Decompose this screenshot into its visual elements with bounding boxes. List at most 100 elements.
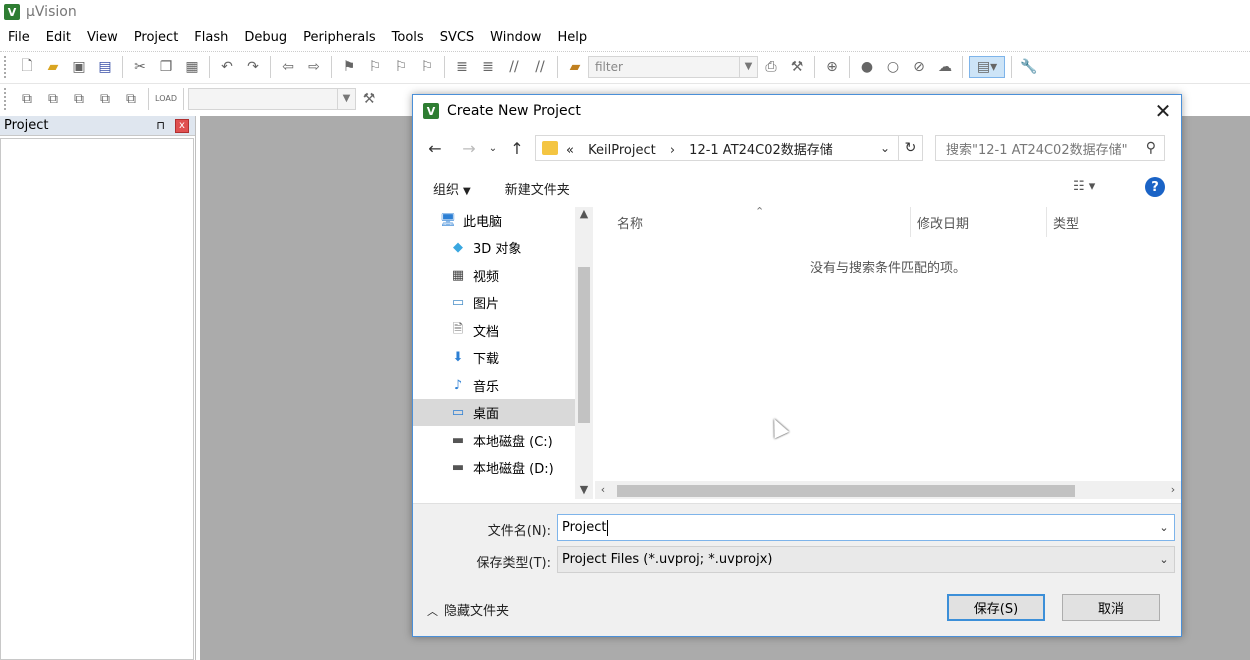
project-tree[interactable] [0, 138, 194, 660]
filetype-select[interactable]: Project Files (*.uvproj; *.uvprojx) ⌄ [557, 546, 1175, 573]
menu-help[interactable]: Help [549, 30, 595, 45]
batch-build-icon[interactable]: ⧉ [94, 88, 116, 110]
indent-icon[interactable]: ≣ [451, 56, 473, 78]
file-list-scrollbar[interactable]: ‹ › [595, 481, 1181, 499]
configure-icon[interactable]: 🔧 [1018, 56, 1040, 78]
rebuild-icon[interactable]: ⧉ [68, 88, 90, 110]
menu-peripherals[interactable]: Peripherals [295, 30, 384, 45]
menu-svcs[interactable]: SVCS [432, 30, 482, 45]
bookmark-next-icon[interactable]: ⚐ [390, 56, 412, 78]
nav-item-drive-c[interactable]: ▬ 本地磁盘 (C:) [413, 427, 575, 454]
pin-icon[interactable]: ⊓ [156, 119, 165, 132]
uncomment-icon[interactable]: // [529, 56, 551, 78]
breadcrumb-item[interactable]: KeilProject [588, 143, 656, 158]
menu-window[interactable]: Window [482, 30, 549, 45]
breakpoint-kill-icon[interactable]: ⊘ [908, 56, 930, 78]
breadcrumb-item[interactable]: 12-1 AT24C02数据存储 [689, 143, 833, 158]
find-combo[interactable]: filter ▼ [588, 55, 758, 78]
new-folder-button[interactable]: 新建文件夹 [505, 179, 570, 198]
forward-arrow-icon[interactable]: → [457, 136, 481, 160]
breakpoint-all-icon[interactable]: ☁ [934, 56, 956, 78]
undo-icon[interactable]: ↶ [216, 56, 238, 78]
breakpoint-disable-icon[interactable]: ○ [882, 56, 904, 78]
comment-icon[interactable]: // [503, 56, 525, 78]
window-layout-icon[interactable]: ▤▾ [969, 55, 1005, 78]
search-icon[interactable]: ⚲ [1146, 140, 1156, 156]
translate-icon[interactable]: ⧉ [16, 88, 38, 110]
copy-icon[interactable]: ❐ [155, 56, 177, 78]
save-button[interactable]: 保存(S) [947, 594, 1045, 621]
filename-input[interactable]: Project ⌄ [557, 514, 1175, 541]
up-arrow-icon[interactable]: ↑ [505, 136, 529, 160]
bookmark-icon[interactable]: ⚑ [338, 56, 360, 78]
toolbar-grip[interactable] [4, 55, 8, 78]
nav-item-pictures[interactable]: ▭ 图片 [413, 289, 575, 316]
breadcrumb-overflow[interactable]: « [566, 143, 574, 158]
breakpoint-icon[interactable]: ● [856, 56, 878, 78]
nav-pane-scrollbar[interactable]: ▲ ▼ [575, 207, 593, 499]
address-bar[interactable]: « KeilProject › 12-1 AT24C02数据存储 ⌄ ↻ [535, 135, 923, 161]
menu-project[interactable]: Project [126, 30, 186, 45]
menu-edit[interactable]: Edit [38, 30, 79, 45]
chevron-down-icon[interactable]: ▼ [337, 88, 355, 109]
save-icon[interactable]: ▣ [68, 56, 90, 78]
scroll-left-icon[interactable]: ‹ [595, 481, 611, 499]
scrollbar-thumb[interactable] [617, 485, 1075, 497]
help-icon[interactable]: ? [1145, 177, 1165, 197]
recent-chevron-icon[interactable]: ⌄ [481, 136, 505, 160]
view-options-icon[interactable]: ☷ ▾ [1073, 179, 1095, 194]
toolbar-grip[interactable] [4, 87, 8, 110]
column-date-modified[interactable]: 修改日期 [911, 207, 1047, 237]
nav-item-music[interactable]: ♪ 音乐 [413, 372, 575, 399]
file-list[interactable]: 名称 修改日期 类型 ⌃ 没有与搜索条件匹配的项。 ‹ › [595, 205, 1181, 499]
chevron-down-icon[interactable]: ▼ [739, 56, 757, 77]
search-input[interactable]: 搜索"12-1 AT24C02数据存储" ⚲ [935, 135, 1165, 161]
menu-view[interactable]: View [79, 30, 126, 45]
back-arrow-icon[interactable]: ← [423, 136, 447, 160]
column-type[interactable]: 类型 [1047, 207, 1181, 237]
nav-back-icon[interactable]: ⇦ [277, 56, 299, 78]
bookmark-prev-icon[interactable]: ⚐ [364, 56, 386, 78]
chevron-down-icon[interactable]: ⌄ [880, 141, 898, 155]
cancel-button[interactable]: 取消 [1062, 594, 1160, 621]
nav-item-documents[interactable]: 🗎 文档 [413, 317, 575, 344]
close-icon[interactable]: ✕ [1145, 96, 1181, 126]
redo-icon[interactable]: ↷ [242, 56, 264, 78]
bookmark-clear-icon[interactable]: ⚐ [416, 56, 438, 78]
scroll-down-icon[interactable]: ▼ [575, 483, 593, 499]
scrollbar-thumb[interactable] [578, 267, 590, 423]
unindent-icon[interactable]: ≣ [477, 56, 499, 78]
nav-item-this-pc[interactable]: 🖥 此电脑 [413, 207, 575, 234]
scroll-up-icon[interactable]: ▲ [575, 207, 593, 223]
menu-file[interactable]: File [0, 30, 38, 45]
cut-icon[interactable]: ✂ [129, 56, 151, 78]
chevron-right-icon[interactable]: › [670, 143, 675, 158]
nav-item-3d-objects[interactable]: ◆ 3D 对象 [413, 234, 575, 261]
nav-item-downloads[interactable]: ⬇ 下载 [413, 344, 575, 371]
open-folder-icon[interactable]: ▰ [42, 56, 64, 78]
stop-build-icon[interactable]: ⧉ [120, 88, 142, 110]
close-icon[interactable]: x [175, 118, 189, 133]
column-name[interactable]: 名称 [595, 207, 911, 237]
nav-forward-icon[interactable]: ⇨ [303, 56, 325, 78]
organize-menu[interactable]: 组织 ▼ [433, 179, 471, 198]
paste-icon[interactable]: ▦ [181, 56, 203, 78]
menu-flash[interactable]: Flash [186, 30, 236, 45]
refresh-icon[interactable]: ↻ [898, 136, 922, 160]
nav-item-videos[interactable]: ▦ 视频 [413, 262, 575, 289]
target-options-icon[interactable]: ⚒ [358, 88, 380, 110]
chevron-down-icon[interactable]: ⌄ [1154, 553, 1174, 566]
nav-item-drive-d[interactable]: ▬ 本地磁盘 (D:) [413, 454, 575, 481]
target-select[interactable]: ▼ [188, 87, 356, 110]
incremental-find-icon[interactable]: ⎙ [760, 56, 782, 78]
menu-tools[interactable]: Tools [384, 30, 432, 45]
chevron-down-icon[interactable]: ⌄ [1154, 521, 1174, 534]
nav-item-desktop[interactable]: ▭ 桌面 [413, 399, 575, 426]
build-icon[interactable]: ⧉ [42, 88, 64, 110]
hide-folders-toggle[interactable]: ︿ 隐藏文件夹 [427, 600, 509, 619]
debug-session-icon[interactable]: ⚒ [786, 56, 808, 78]
find-in-files-icon[interactable]: ▰ [564, 56, 586, 78]
scroll-right-icon[interactable]: › [1165, 481, 1181, 499]
load-download-icon[interactable]: LOAD [155, 88, 177, 110]
zoom-icon[interactable]: ⊕ [821, 56, 843, 78]
